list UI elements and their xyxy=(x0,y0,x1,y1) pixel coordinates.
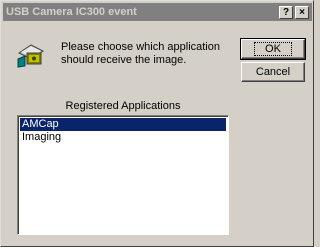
prompt-text: Please choose which application should r… xyxy=(61,41,220,66)
title-bar[interactable]: USB Camera IC300 event ? × xyxy=(3,3,312,21)
applications-list[interactable]: AMCap Imaging xyxy=(17,115,229,235)
window-title: USB Camera IC300 event xyxy=(6,6,137,18)
help-icon: ? xyxy=(282,6,290,18)
dialog-window: USB Camera IC300 event ? × Please choose… xyxy=(0,0,314,247)
camera-event-icon xyxy=(15,39,47,69)
close-icon: × xyxy=(299,6,305,18)
ok-button[interactable]: OK xyxy=(240,38,306,60)
cancel-button[interactable]: Cancel xyxy=(241,62,305,82)
ok-button-label: OK xyxy=(254,42,292,56)
list-item-imaging[interactable]: Imaging xyxy=(20,131,226,144)
registered-applications-heading: Registered Applications xyxy=(65,100,181,112)
list-item-amcap[interactable]: AMCap xyxy=(20,118,226,131)
help-button[interactable]: ? xyxy=(279,5,293,19)
cancel-button-label: Cancel xyxy=(255,66,291,78)
close-button[interactable]: × xyxy=(295,5,309,19)
